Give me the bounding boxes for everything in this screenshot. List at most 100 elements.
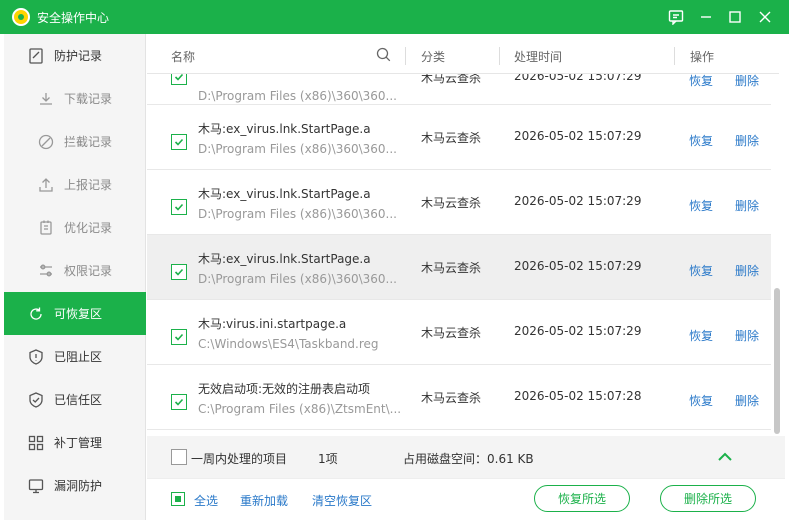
- delete-selected-button[interactable]: 删除所选: [660, 485, 756, 512]
- search-icon[interactable]: [376, 47, 391, 65]
- restore-link[interactable]: 恢复: [689, 392, 713, 409]
- sidebar-item-restorable-zone[interactable]: 可恢复区: [4, 292, 146, 335]
- sidebar-item-label: 优化记录: [64, 221, 113, 235]
- record-icon: [27, 47, 45, 65]
- sidebar-item-label: 补丁管理: [54, 436, 103, 450]
- table-row[interactable]: D:\Program Files (x86)\360\360... 木马云查杀 …: [147, 74, 771, 105]
- minimize-icon[interactable]: [693, 4, 719, 30]
- row-path: D:\Program Files (x86)\360\360...: [198, 142, 397, 156]
- restore-link[interactable]: 恢复: [689, 197, 713, 214]
- download-icon: [37, 90, 55, 108]
- row-category: 木马云查杀: [421, 196, 482, 210]
- scrollbar[interactable]: [773, 84, 781, 468]
- select-all-link[interactable]: 全选: [194, 492, 218, 509]
- sidebar-item-label: 拦截记录: [64, 135, 113, 149]
- patch-icon: [27, 434, 45, 452]
- table-row[interactable]: 木马:ex_virus.lnk.StartPage.a D:\Program F…: [147, 235, 771, 300]
- row-checkbox[interactable]: [171, 329, 187, 345]
- row-category: 木马云查杀: [421, 131, 482, 145]
- clear-restore-zone-link[interactable]: 清空恢复区: [312, 492, 372, 509]
- sidebar-item-label: 漏洞防护: [54, 479, 103, 493]
- app-logo-icon: [12, 8, 30, 26]
- row-checkbox[interactable]: [171, 264, 187, 280]
- row-path: C:\Program Files (x86)\ZtsmEnt\...: [198, 402, 402, 416]
- restore-link[interactable]: 恢复: [689, 327, 713, 344]
- reload-link[interactable]: 重新加载: [240, 492, 288, 509]
- scrollbar-thumb[interactable]: [774, 288, 780, 434]
- feedback-icon[interactable]: [663, 4, 689, 30]
- delete-link[interactable]: 删除: [735, 327, 759, 344]
- row-name: 无效启动项:无效的注册表启动项: [198, 382, 371, 396]
- restore-selected-button[interactable]: 恢复所选: [534, 485, 630, 512]
- select-all-checkbox[interactable]: [171, 492, 185, 506]
- delete-link[interactable]: 删除: [735, 197, 759, 214]
- restore-link[interactable]: 恢复: [689, 132, 713, 149]
- row-path: C:\Windows\ES4\Taskband.reg: [198, 337, 379, 351]
- row-checkbox[interactable]: [171, 134, 187, 150]
- column-divider[interactable]: [674, 47, 675, 65]
- title-bar[interactable]: 安全操作中心: [0, 0, 789, 34]
- app-window: 安全操作中心 防护记录 下载记录 拦截记录 上报记录 优化记录 权限记录 可恢复…: [0, 0, 789, 524]
- sidebar-item-permission-record[interactable]: 权限记录: [4, 249, 146, 292]
- column-time-header: 处理时间: [514, 50, 563, 64]
- table-row[interactable]: 木马:ex_virus.lnk.StartPage.a D:\Program F…: [147, 105, 771, 170]
- delete-link[interactable]: 删除: [735, 262, 759, 279]
- column-action-header: 操作: [690, 50, 715, 64]
- summary-row[interactable]: 一周内处理的项目 1项 占用磁盘空间：0.61 KB: [147, 436, 785, 478]
- row-category: 木马云查杀: [421, 326, 482, 340]
- table-row[interactable]: 木马:ex_virus.lnk.StartPage.a D:\Program F…: [147, 170, 771, 235]
- window-title: 安全操作中心: [37, 11, 110, 25]
- row-checkbox[interactable]: [171, 74, 187, 85]
- sidebar-item-blocked-zone[interactable]: 已阻止区: [4, 335, 146, 378]
- block-icon: [37, 133, 55, 151]
- sidebar: 防护记录 下载记录 拦截记录 上报记录 优化记录 权限记录 可恢复区 已阻止区: [4, 34, 146, 520]
- permission-icon: [37, 262, 55, 280]
- delete-link[interactable]: 删除: [735, 132, 759, 149]
- sidebar-item-trusted-zone[interactable]: 已信任区: [4, 378, 146, 421]
- optimize-icon: [37, 219, 55, 237]
- sidebar-item-protection-record[interactable]: 防护记录: [4, 34, 146, 77]
- row-checkbox[interactable]: [171, 199, 187, 215]
- delete-link[interactable]: 删除: [735, 74, 759, 89]
- column-divider[interactable]: [499, 47, 500, 65]
- row-time: 2026-05-02 15:07:29: [514, 74, 642, 83]
- sidebar-item-label: 已信任区: [54, 393, 103, 407]
- row-category: 木马云查杀: [421, 261, 482, 275]
- row-checkbox[interactable]: [171, 394, 187, 410]
- row-time: 2026-05-02 15:07:29: [514, 324, 642, 338]
- sidebar-item-optimize-record[interactable]: 优化记录: [4, 206, 146, 249]
- table-body: D:\Program Files (x86)\360\360... 木马云查杀 …: [147, 74, 771, 469]
- row-name: 木马:ex_virus.lnk.StartPage.a: [198, 122, 371, 136]
- row-path: D:\Program Files (x86)\360\360...: [198, 89, 397, 103]
- restore-link[interactable]: 恢复: [689, 74, 713, 89]
- sidebar-item-label: 可恢复区: [54, 307, 103, 321]
- row-path: D:\Program Files (x86)\360\360...: [198, 207, 397, 221]
- column-name-header: 名称: [171, 50, 196, 64]
- shield-check-icon: [27, 391, 45, 409]
- disk-space-label: 占用磁盘空间：0.61 KB: [403, 452, 534, 466]
- chevron-up-icon[interactable]: [717, 451, 733, 465]
- table-header: 名称 分类 处理时间 操作: [147, 36, 779, 74]
- row-category: 木马云查杀: [421, 391, 482, 405]
- row-name: 木马:ex_virus.lnk.StartPage.a: [198, 187, 371, 201]
- sidebar-item-upload-record[interactable]: 上报记录: [4, 163, 146, 206]
- sidebar-item-block-record[interactable]: 拦截记录: [4, 120, 146, 163]
- vulnerability-icon: [27, 477, 45, 495]
- summary-count: 1项: [318, 452, 338, 466]
- sidebar-item-vulnerability-protection[interactable]: 漏洞防护: [4, 464, 146, 507]
- sidebar-item-label: 权限记录: [64, 264, 113, 278]
- sidebar-item-label: 下载记录: [64, 92, 113, 106]
- summary-checkbox[interactable]: [171, 449, 187, 465]
- table-row[interactable]: 木马:virus.ini.startpage.a C:\Windows\ES4\…: [147, 300, 771, 365]
- maximize-icon[interactable]: [722, 4, 748, 30]
- column-divider[interactable]: [405, 47, 406, 65]
- sidebar-item-patch-management[interactable]: 补丁管理: [4, 421, 146, 464]
- table-row[interactable]: 无效启动项:无效的注册表启动项 C:\Program Files (x86)\Z…: [147, 365, 771, 430]
- delete-link[interactable]: 删除: [735, 392, 759, 409]
- sidebar-item-download-record[interactable]: 下载记录: [4, 77, 146, 120]
- upload-icon: [37, 176, 55, 194]
- restore-link[interactable]: 恢复: [689, 262, 713, 279]
- sidebar-item-label: 防护记录: [54, 49, 103, 63]
- shield-block-icon: [27, 348, 45, 366]
- close-icon[interactable]: [752, 4, 778, 30]
